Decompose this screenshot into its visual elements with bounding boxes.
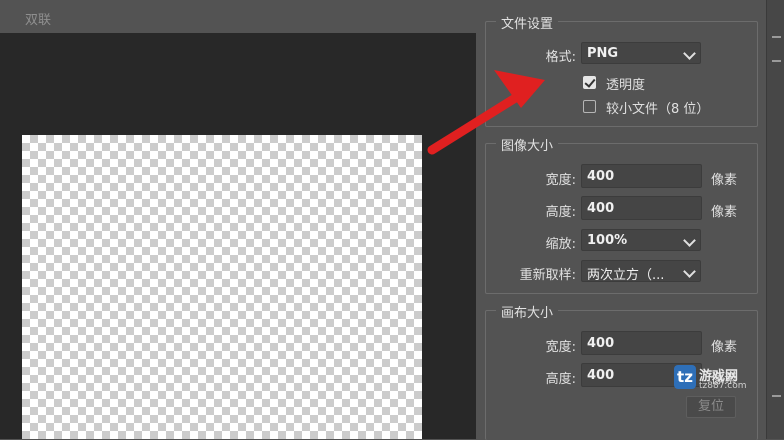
canvas-size-title: 画布大小 [496,302,559,321]
image-width-value: 400 [587,169,615,184]
canvas-height-value: 400 [587,368,615,383]
chevron-down-icon [683,234,696,247]
canvas-width-input[interactable]: 400 [581,331,702,355]
scale-select[interactable]: 100% [581,229,701,251]
image-height-unit: 像素 [711,205,738,220]
document-tab-bar: 双联 [0,0,476,33]
canvas-width-label: 宽度: [545,340,576,355]
image-size-title: 图像大小 [496,135,559,154]
image-width-label: 宽度: [545,173,576,188]
reset-button[interactable]: 复位 [686,396,736,418]
format-value: PNG [587,46,619,61]
transparent-canvas-preview [22,135,422,439]
chevron-down-icon [683,47,696,60]
image-width-input[interactable]: 400 [581,164,702,188]
image-width-unit: 像素 [711,173,738,188]
image-height-input[interactable]: 400 [581,196,702,220]
resample-label: 重新取样: [519,268,576,283]
format-select[interactable]: PNG [581,42,701,64]
menu-icon[interactable] [772,395,781,397]
smaller-file-label: 较小文件（8 位） [606,102,710,117]
site-watermark: tz 游戏网 tz887.com [674,363,779,393]
canvas-height-label: 高度: [545,372,576,387]
scale-value: 100% [587,233,628,248]
scale-label: 缩放: [545,237,576,252]
file-settings-title: 文件设置 [496,13,559,32]
menu-icon[interactable] [772,60,781,62]
checkmark-icon [584,76,596,88]
canvas-width-unit: 像素 [711,340,738,355]
menu-icon[interactable] [772,36,781,38]
format-label: 格式: [545,50,576,65]
watermark-logo: tz [674,365,696,389]
chevron-down-icon [683,265,696,278]
transparency-checkbox[interactable] [583,76,596,89]
transparency-label: 透明度 [606,78,646,93]
resample-select[interactable]: 两次立方（... [581,260,701,283]
resample-value: 两次立方（... [587,268,665,283]
smaller-file-checkbox[interactable] [583,100,596,113]
document-tab-label[interactable]: 双联 [25,9,51,28]
watermark-url: tz887.com [699,381,747,391]
image-height-value: 400 [587,201,615,216]
canvas-width-value: 400 [587,336,615,351]
image-height-label: 高度: [545,205,576,220]
